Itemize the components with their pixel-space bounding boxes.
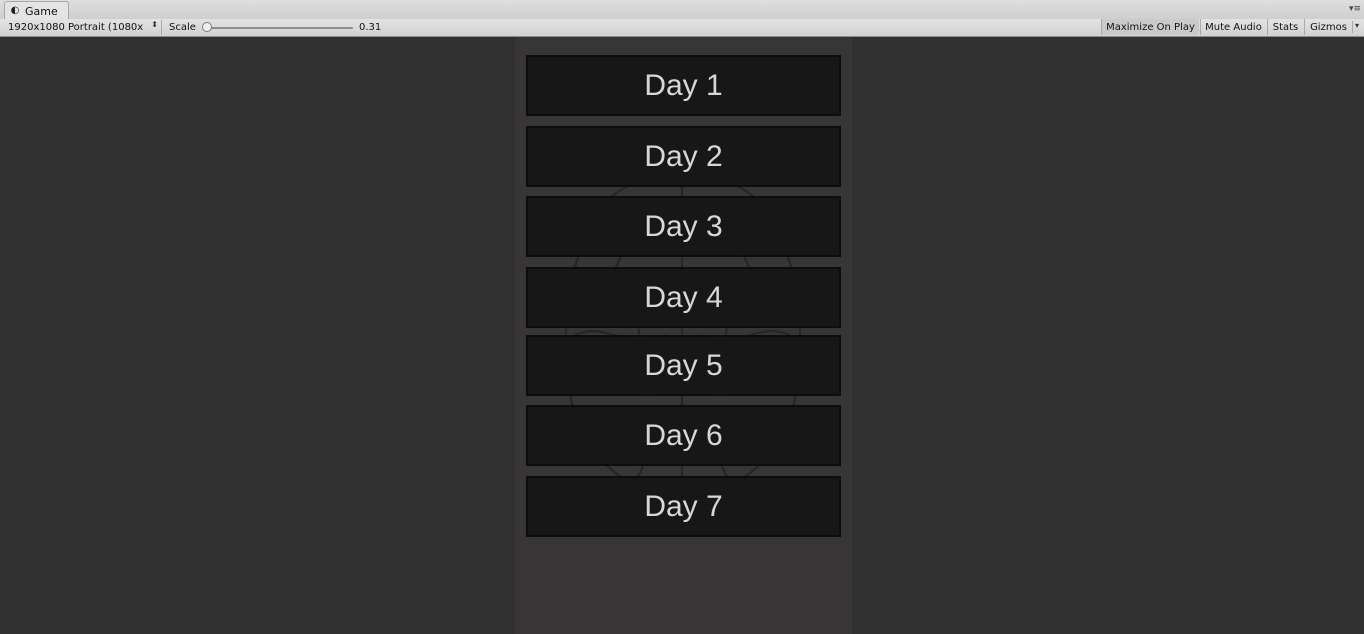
game-window: ◐ Game ▾≡ 1920x1080 Portrait (1080x ⬍ Sc…: [0, 0, 1364, 634]
scale-slider-track[interactable]: [205, 27, 353, 29]
unity-game-icon: ◐: [10, 5, 20, 16]
window-menu-icon[interactable]: ▾≡: [1349, 4, 1361, 14]
stats-toggle[interactable]: Stats: [1267, 19, 1303, 35]
dropdown-arrow-icon: ⬍: [151, 20, 158, 29]
maximize-on-play-toggle[interactable]: Maximize On Play: [1101, 19, 1199, 35]
day-5-button[interactable]: Day 5: [526, 335, 841, 396]
scale-value: 0.31: [359, 22, 382, 33]
scale-label: Scale: [169, 22, 196, 33]
tab-bar: ◐ Game ▾≡: [0, 0, 1364, 20]
gizmos-toggle[interactable]: Gizmos: [1304, 19, 1352, 35]
game-viewport: Day 1 Day 2 Day 3 Day 4 Day 5 Day 6 Day …: [0, 37, 1364, 634]
tab-label: Game: [25, 4, 58, 18]
day-1-button[interactable]: Day 1: [526, 55, 841, 116]
resolution-value: 1920x1080 Portrait (1080x: [8, 22, 144, 33]
mute-audio-toggle[interactable]: Mute Audio: [1200, 19, 1266, 35]
game-canvas: Day 1 Day 2 Day 3 Day 4 Day 5 Day 6 Day …: [515, 37, 852, 634]
day-3-button[interactable]: Day 3: [526, 196, 841, 257]
scale-slider-thumb[interactable]: [202, 22, 212, 32]
day-7-button[interactable]: Day 7: [526, 476, 841, 537]
resolution-dropdown[interactable]: 1920x1080 Portrait (1080x ⬍: [2, 20, 162, 35]
day-2-button[interactable]: Day 2: [526, 126, 841, 187]
game-toolbar: 1920x1080 Portrait (1080x ⬍ Scale 0.31 M…: [0, 19, 1364, 37]
tab-game[interactable]: ◐ Game: [4, 1, 69, 20]
day-4-button[interactable]: Day 4: [526, 267, 841, 328]
day-6-button[interactable]: Day 6: [526, 405, 841, 466]
gizmos-dropdown-icon[interactable]: ▾: [1352, 21, 1359, 33]
